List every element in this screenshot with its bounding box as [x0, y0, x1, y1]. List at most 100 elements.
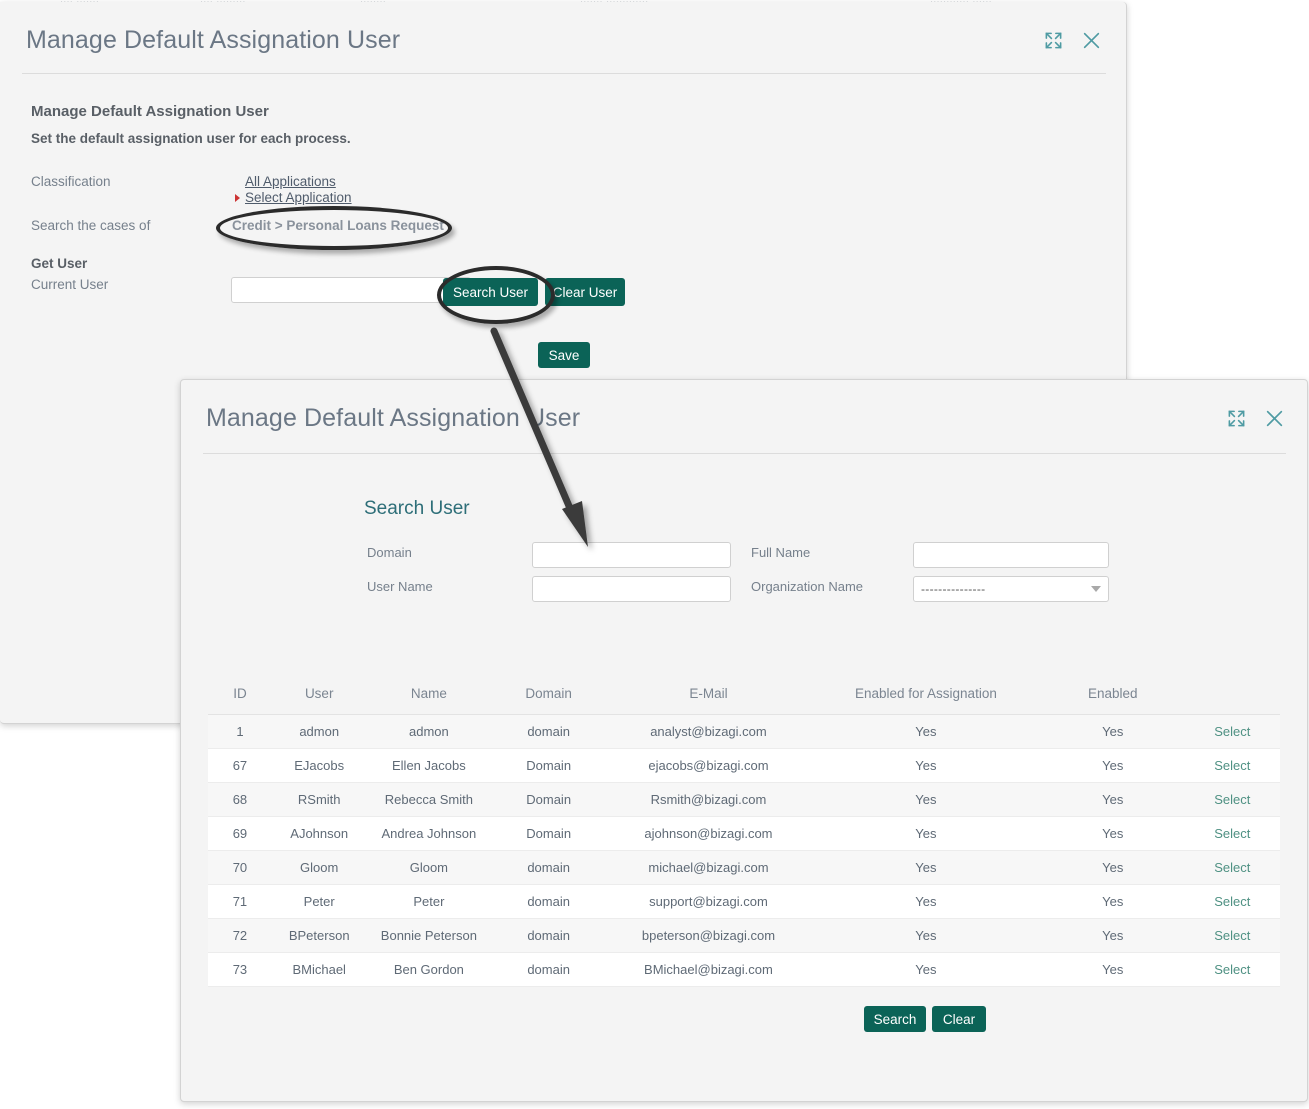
select-cell: Select: [1184, 850, 1280, 885]
cell-name: Gloom: [366, 850, 492, 885]
cell-enabled-for-assignation: Yes: [810, 952, 1041, 987]
save-button[interactable]: Save: [538, 342, 590, 368]
search-user-button[interactable]: Search User: [443, 278, 538, 306]
table-row[interactable]: 70 Gloom Gloom domain michael@bizagi.com Yes Y…: [208, 850, 1280, 885]
table-row[interactable]: 71 Peter Peter domain support@bizagi.com Yes Y…: [208, 884, 1280, 919]
column-header-id[interactable]: ID: [208, 675, 272, 715]
select-cell: Select: [1184, 816, 1280, 851]
table-header-row: ID User Name Domain E-Mail Enabled for A…: [208, 675, 1280, 715]
all-applications-link[interactable]: All Applications: [245, 174, 336, 189]
cell-user: admon: [271, 714, 367, 749]
section-heading: Manage Default Assignation User: [31, 103, 269, 120]
select-link[interactable]: Select: [1214, 928, 1250, 943]
cell-id: 73: [208, 952, 272, 987]
organization-name-selected-value: ---------------: [921, 582, 986, 596]
cell-domain: domain: [491, 918, 607, 953]
select-link[interactable]: Select: [1214, 962, 1250, 977]
cell-id: 68: [208, 782, 272, 817]
classification-label: Classification: [31, 174, 111, 189]
select-link[interactable]: Select: [1214, 826, 1250, 841]
select-link[interactable]: Select: [1214, 724, 1250, 739]
cell-email: ajohnson@bizagi.com: [606, 816, 811, 851]
table-row[interactable]: 73 BMichael Ben Gordon domain BMichael@bizag…: [208, 952, 1280, 987]
clear-user-button[interactable]: Clear User: [545, 278, 625, 306]
domain-input[interactable]: [532, 542, 731, 568]
search-user-heading: Search User: [364, 498, 470, 519]
organization-name-select[interactable]: ---------------: [913, 576, 1109, 602]
table-row[interactable]: 1 admon admon domain analyst@bizagi.com Yes Ye…: [208, 714, 1280, 749]
select-application-link[interactable]: Select Application: [245, 190, 352, 205]
cell-id: 71: [208, 884, 272, 919]
search-cases-label: Search the cases of: [31, 218, 151, 233]
expand-icon[interactable]: [1227, 409, 1246, 428]
full-name-label: Full Name: [751, 545, 811, 560]
dialog-title: Manage Default Assignation User: [26, 26, 401, 54]
cell-email: bpeterson@bizagi.com: [606, 918, 811, 953]
cell-name: Ben Gordon: [366, 952, 492, 987]
cell-id: 1: [208, 714, 272, 749]
cell-email: support@bizagi.com: [606, 884, 811, 919]
select-cell: Select: [1184, 952, 1280, 987]
cell-enabled: Yes: [1041, 816, 1185, 851]
select-cell: Select: [1184, 918, 1280, 953]
cell-name: Ellen Jacobs: [366, 748, 492, 783]
cell-name: Rebecca Smith: [366, 782, 492, 817]
dialog-header-divider: [203, 453, 1286, 454]
user-name-label: User Name: [367, 579, 433, 594]
chevron-down-icon: [1091, 586, 1101, 592]
table-row[interactable]: 67 EJacobs Ellen Jacobs Domain ejacobs@bizag…: [208, 748, 1280, 783]
section-subheading: Set the default assignation user for eac…: [31, 131, 351, 146]
table-body: 1 admon admon domain analyst@bizagi.com Yes Ye…: [208, 714, 1280, 987]
column-header-email[interactable]: E-Mail: [606, 675, 811, 715]
cell-enabled: Yes: [1041, 952, 1185, 987]
cell-email: analyst@bizagi.com: [606, 714, 811, 749]
close-icon[interactable]: [1264, 408, 1285, 429]
expand-icon[interactable]: [1044, 31, 1063, 50]
select-link[interactable]: Select: [1214, 860, 1250, 875]
get-user-label: Get User: [31, 256, 88, 271]
column-header-user[interactable]: User: [271, 675, 367, 715]
cell-enabled: Yes: [1041, 714, 1185, 749]
search-results-table: ID User Name Domain E-Mail Enabled for A…: [208, 675, 1280, 987]
column-header-enabled-for-assignation[interactable]: Enabled for Assignation: [810, 675, 1041, 715]
cell-enabled-for-assignation: Yes: [810, 918, 1041, 953]
cell-name: admon: [366, 714, 492, 749]
cell-id: 72: [208, 918, 272, 953]
column-header-name[interactable]: Name: [366, 675, 492, 715]
table-row[interactable]: 72 BPeterson Bonnie Peterson domain bpeterso…: [208, 918, 1280, 953]
search-button[interactable]: Search: [864, 1006, 926, 1032]
select-link[interactable]: Select: [1214, 758, 1250, 773]
cell-user: AJohnson: [271, 816, 367, 851]
table-row[interactable]: 69 AJohnson Andrea Johnson Domain ajohnson@b…: [208, 816, 1280, 851]
cell-name: Peter: [366, 884, 492, 919]
cell-user: BMichael: [271, 952, 367, 987]
select-link[interactable]: Select: [1214, 894, 1250, 909]
select-link[interactable]: Select: [1214, 792, 1250, 807]
dialog-title: Manage Default Assignation User: [206, 404, 581, 432]
cell-user: EJacobs: [271, 748, 367, 783]
cell-user: RSmith: [271, 782, 367, 817]
cell-id: 70: [208, 850, 272, 885]
close-icon[interactable]: [1081, 30, 1102, 51]
cell-domain: domain: [491, 952, 607, 987]
user-name-input[interactable]: [532, 576, 731, 602]
cell-enabled: Yes: [1041, 748, 1185, 783]
cell-enabled-for-assignation: Yes: [810, 850, 1041, 885]
cell-domain: domain: [491, 884, 607, 919]
column-header-enabled[interactable]: Enabled: [1041, 675, 1185, 715]
table-row[interactable]: 68 RSmith Rebecca Smith Domain Rsmith@bizagi…: [208, 782, 1280, 817]
screenshot-root: .... ....... .... ......... ........ ...…: [0, 0, 1309, 1109]
clear-button[interactable]: Clear: [932, 1006, 986, 1032]
dialog-header-icons: [1044, 30, 1102, 51]
cell-enabled-for-assignation: Yes: [810, 884, 1041, 919]
column-header-select: [1184, 675, 1280, 715]
cell-name: Bonnie Peterson: [366, 918, 492, 953]
cell-enabled: Yes: [1041, 782, 1185, 817]
organization-name-label: Organization Name: [751, 579, 863, 594]
column-header-domain[interactable]: Domain: [491, 675, 607, 715]
cell-email: michael@bizagi.com: [606, 850, 811, 885]
cell-name: Andrea Johnson: [366, 816, 492, 851]
full-name-input[interactable]: [913, 542, 1109, 568]
cell-enabled: Yes: [1041, 850, 1185, 885]
current-user-input[interactable]: [231, 277, 471, 303]
